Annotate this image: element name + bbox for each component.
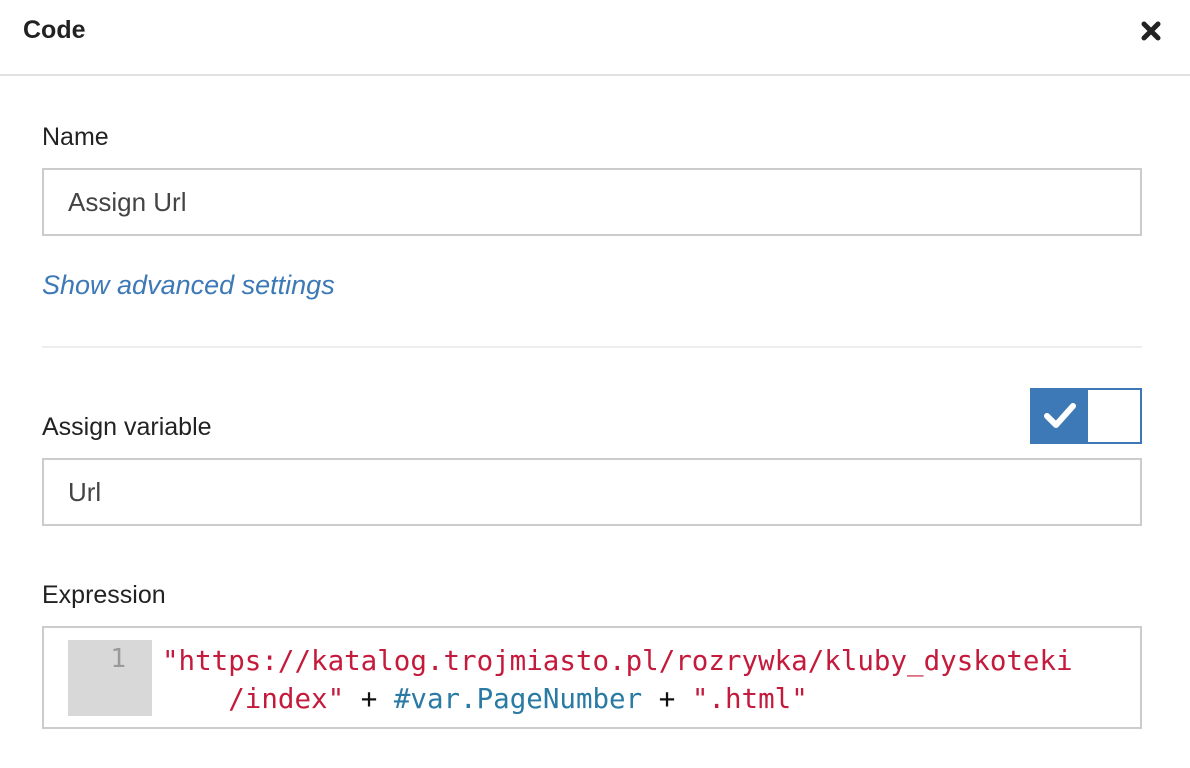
close-icon [1141,21,1161,41]
name-input[interactable] [42,168,1142,236]
code-string-token: ".html" [691,683,808,715]
code-operator-token: + [360,683,378,715]
name-label: Name [42,123,109,151]
assign-variable-toggle[interactable] [1030,388,1142,444]
code-variable-token: #var.PageNumber [393,683,643,715]
toggle-knob [1032,390,1088,442]
assign-variable-input[interactable] [42,458,1142,526]
line-number: 1 [110,644,126,674]
code-string-token: /index" [228,683,345,715]
code-content: "https://katalog.trojmiasto.pl/rozrywka/… [162,642,1073,718]
code-string-token: "https://katalog.trojmiasto.pl/rozrywka/… [162,645,1073,677]
check-icon [1044,403,1076,428]
dialog-title: Code [23,16,86,44]
assign-variable-label: Assign variable [42,413,212,441]
code-operator-token: + [658,683,676,715]
section-divider [42,346,1142,348]
expression-editor[interactable]: 1 "https://katalog.trojmiasto.pl/rozrywk… [42,626,1142,729]
dialog-header: Code [0,0,1190,76]
expression-label: Expression [42,581,166,609]
line-number-gutter: 1 [68,640,152,716]
show-advanced-settings-link[interactable]: Show advanced settings [42,270,335,301]
close-button[interactable] [1136,16,1166,46]
